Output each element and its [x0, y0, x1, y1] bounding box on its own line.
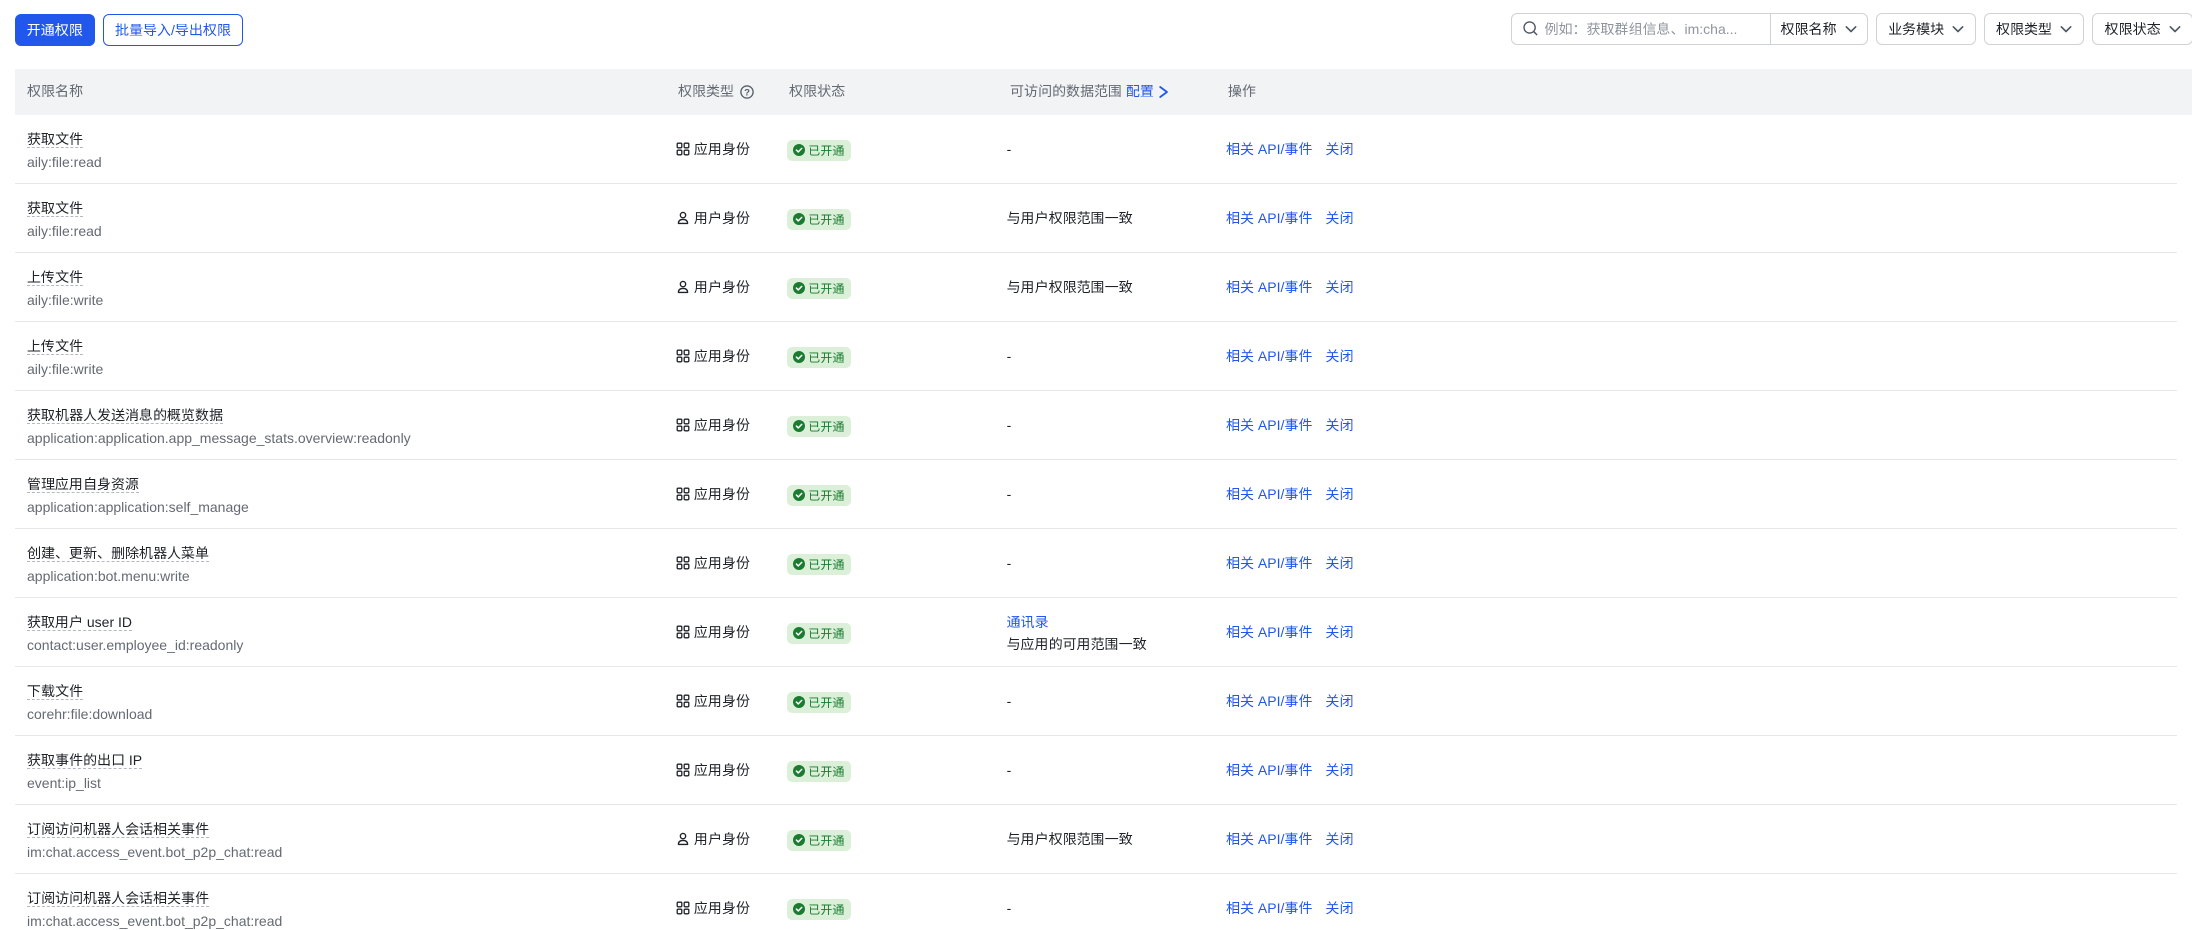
svg-text:?: ? [744, 87, 750, 98]
